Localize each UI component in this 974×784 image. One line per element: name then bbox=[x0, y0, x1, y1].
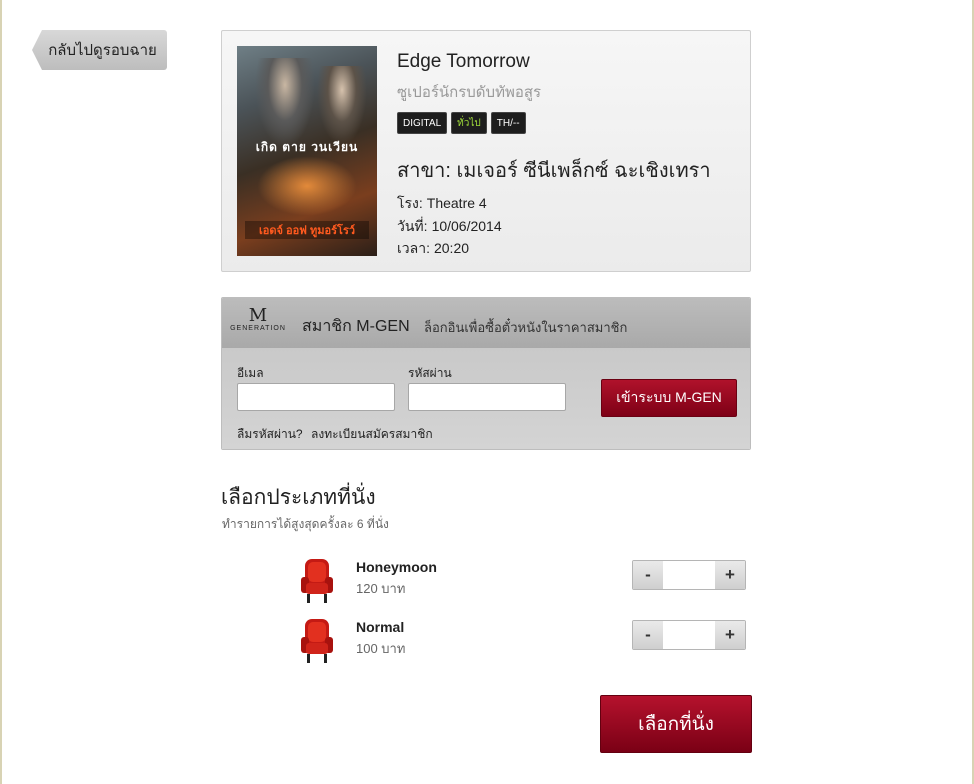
seat-type-price: 120 บาท bbox=[356, 581, 406, 596]
time-value: 20:20 bbox=[433, 240, 470, 256]
poster-figure-right bbox=[317, 66, 367, 146]
date-value: 10/06/2014 bbox=[431, 218, 502, 234]
date-label: วันที่: bbox=[397, 218, 428, 234]
date-info: วันที่: 10/06/2014 bbox=[397, 216, 502, 238]
email-label: อีเมล bbox=[237, 366, 264, 380]
back-to-showtimes-button[interactable]: กลับไปดูรอบฉาย bbox=[32, 30, 167, 70]
armchair-icon bbox=[301, 559, 333, 603]
mgen-logo: M GENERATION bbox=[230, 307, 286, 339]
theatre-label: โรง: bbox=[397, 195, 423, 211]
quantity-input[interactable] bbox=[663, 621, 715, 649]
movie-title: Edge Tomorrow bbox=[397, 51, 530, 72]
poster-tagline: เกิด ตาย วนเวียน bbox=[255, 140, 359, 154]
mgen-login-header: M GENERATION สมาชิก M-GEN ล็อกอินเพื่อซื… bbox=[222, 298, 750, 348]
mgen-logo-mark: M bbox=[248, 305, 268, 326]
normal-quantity-stepper: - + bbox=[632, 620, 746, 650]
format-badge: DIGITAL bbox=[397, 112, 448, 134]
mgen-login-panel: M GENERATION สมาชิก M-GEN ล็อกอินเพื่อซื… bbox=[221, 297, 751, 450]
decrease-button[interactable]: - bbox=[633, 561, 663, 589]
mgen-login-button[interactable]: เข้าระบบ M-GEN bbox=[601, 379, 737, 417]
increase-button[interactable]: + bbox=[715, 561, 745, 589]
time-label: เวลา: bbox=[397, 240, 430, 256]
poster-explosion bbox=[257, 156, 357, 216]
movie-poster: เกิด ตาย วนเวียน เอดจ์ ออฟ ทูมอร์โรว์ bbox=[237, 46, 377, 256]
theatre-value: Theatre 4 bbox=[426, 195, 487, 211]
time-info: เวลา: 20:20 bbox=[397, 238, 469, 260]
page-frame-left bbox=[0, 0, 2, 784]
increase-button[interactable]: + bbox=[715, 621, 745, 649]
forgot-password-link[interactable]: ลืมรหัสผ่าน? bbox=[237, 425, 303, 444]
rating-badge: ทั่วไป bbox=[451, 112, 487, 134]
movie-subtitle: ซูเปอร์นักรบดับทัพอสูร bbox=[397, 84, 542, 101]
mgen-description: ล็อกอินเพื่อซื้อตั๋วหนังในราคาสมาชิก bbox=[424, 320, 628, 335]
seat-type-price: 100 บาท bbox=[356, 641, 406, 656]
seat-type-row-honeymoon: Honeymoon 120 บาท - + bbox=[221, 557, 751, 607]
honeymoon-quantity-stepper: - + bbox=[632, 560, 746, 590]
mgen-logo-text: GENERATION bbox=[230, 325, 286, 332]
poster-figure-left bbox=[255, 58, 315, 148]
theatre-info: โรง: Theatre 4 bbox=[397, 193, 487, 215]
movie-info-card: เกิด ตาย วนเวียน เอดจ์ ออฟ ทูมอร์โรว์ Ed… bbox=[221, 30, 751, 272]
decrease-button[interactable]: - bbox=[633, 621, 663, 649]
email-field[interactable] bbox=[237, 383, 395, 411]
select-seats-button[interactable]: เลือกที่นั่ง bbox=[600, 695, 752, 753]
seat-limit-note: ทำรายการได้สูงสุดครั้งละ 6 ที่นั่ง bbox=[222, 517, 389, 531]
movie-badges: DIGITAL ทั่วไป TH/-- bbox=[397, 112, 526, 134]
mgen-title: สมาชิก M-GEN bbox=[302, 318, 410, 335]
seat-type-name: Honeymoon bbox=[356, 559, 437, 575]
quantity-input[interactable] bbox=[663, 561, 715, 589]
password-field[interactable] bbox=[408, 383, 566, 411]
language-badge: TH/-- bbox=[490, 112, 526, 134]
poster-title-art: เอดจ์ ออฟ ทูมอร์โรว์ bbox=[245, 221, 369, 239]
seat-type-row-normal: Normal 100 บาท - + bbox=[221, 617, 751, 667]
seat-type-name: Normal bbox=[356, 619, 405, 635]
armchair-icon bbox=[301, 619, 333, 663]
register-link[interactable]: ลงทะเบียนสมัครสมาชิก bbox=[311, 425, 433, 444]
cinema-branch: สาขา: เมเจอร์ ซีนีเพล็กซ์ ฉะเชิงเทรา bbox=[397, 160, 711, 182]
seat-type-heading: เลือกประเภทที่นั่ง bbox=[221, 486, 376, 509]
password-label: รหัสผ่าน bbox=[408, 366, 452, 380]
mgen-login-form: อีเมล รหัสผ่าน เข้าระบบ M-GEN ลืมรหัสผ่า… bbox=[222, 348, 750, 449]
